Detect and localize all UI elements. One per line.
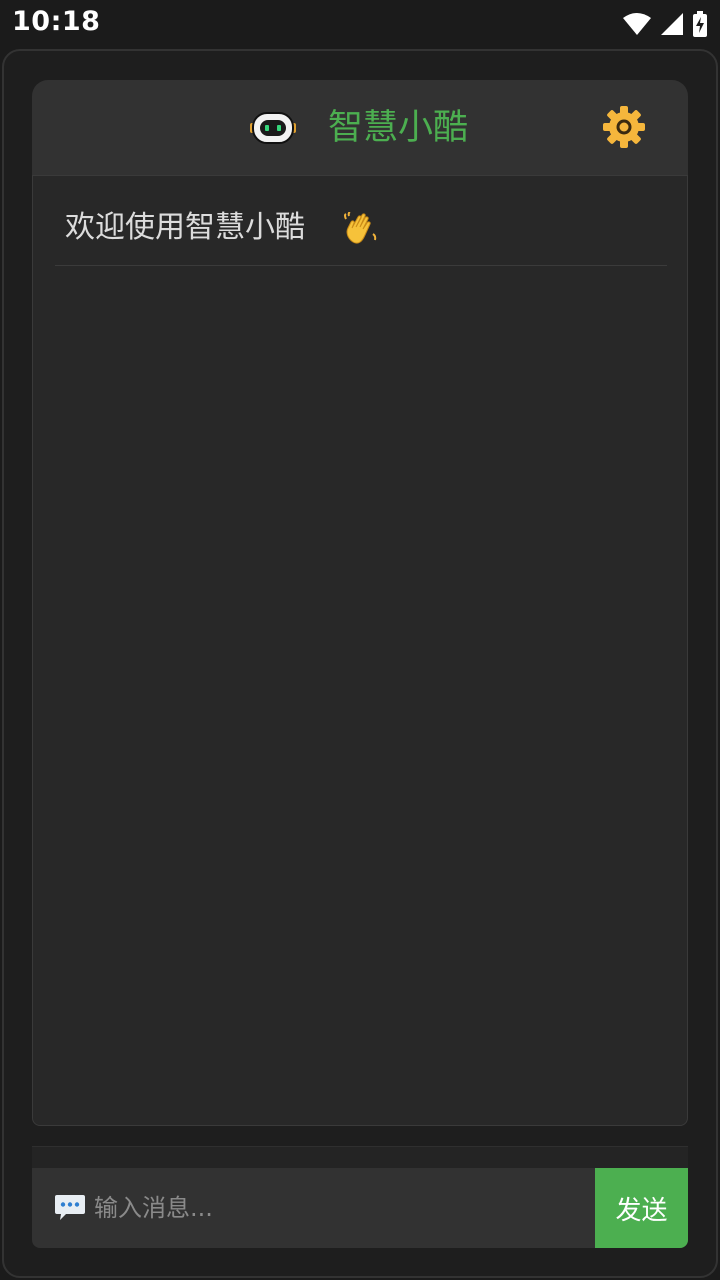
app-title: 智慧小酷 — [328, 108, 469, 148]
robot-icon — [250, 112, 296, 144]
message-input-bar: 发送 — [32, 1168, 688, 1248]
welcome-text: 欢迎使用智慧小酷 — [65, 210, 305, 245]
wifi-icon — [623, 13, 651, 35]
status-icons — [622, 10, 708, 38]
cellular-signal-icon — [661, 13, 683, 35]
status-time: 10:18 — [12, 6, 101, 37]
welcome-message: 欢迎使用智慧小酷 — [55, 204, 667, 266]
waving-hand-icon — [344, 212, 377, 244]
chat-header: 智慧小酷 — [32, 80, 688, 176]
battery-icon — [693, 11, 707, 37]
speech-bubble-icon — [55, 1195, 85, 1220]
status-bar: 10:18 — [0, 0, 720, 48]
send-button[interactable]: 发送 — [595, 1168, 688, 1248]
chat-messages-area[interactable]: 欢迎使用智慧小酷 — [32, 175, 688, 1126]
gear-icon[interactable] — [602, 105, 646, 149]
input-divider — [32, 1146, 688, 1168]
message-input[interactable] — [92, 1180, 592, 1236]
